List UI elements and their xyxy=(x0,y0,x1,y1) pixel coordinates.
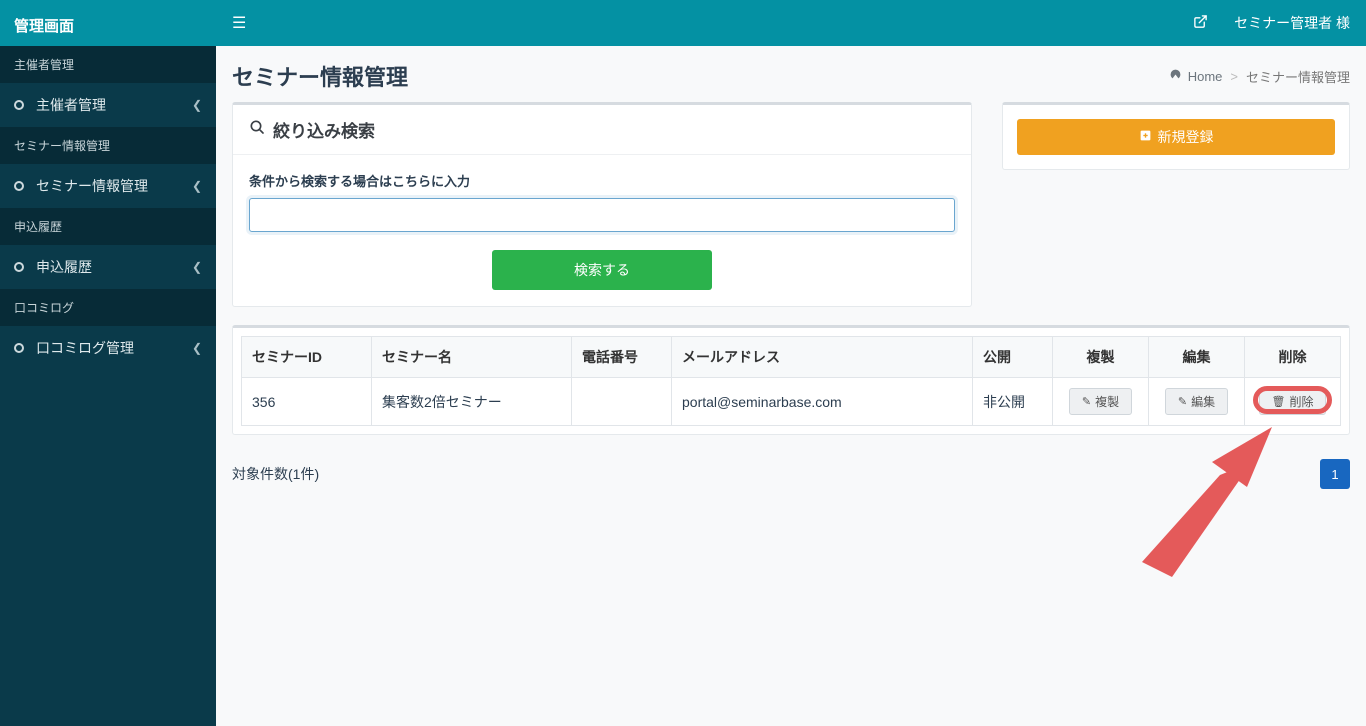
pagination: 1 xyxy=(1320,459,1350,489)
sidebar-item-label: 口コミログ管理 xyxy=(36,338,134,358)
circle-icon xyxy=(14,343,24,353)
pencil-icon: ✎ xyxy=(1178,395,1187,408)
cell-pub: 非公開 xyxy=(973,378,1053,426)
page-1-button[interactable]: 1 xyxy=(1320,459,1350,489)
th-pub: 公開 xyxy=(973,337,1053,378)
results-count: 対象件数(1件) xyxy=(232,464,319,484)
new-register-button[interactable]: 新規登録 xyxy=(1017,119,1335,155)
dashboard-icon xyxy=(1169,68,1182,84)
seminar-table: セミナーID セミナー名 電話番号 メールアドレス 公開 複製 編集 削除 35 xyxy=(241,336,1341,426)
circle-icon xyxy=(14,181,24,191)
breadcrumb-home[interactable]: Home xyxy=(1188,69,1223,84)
cell-id: 356 xyxy=(242,378,372,426)
plus-icon xyxy=(1139,129,1152,145)
breadcrumb-current: セミナー情報管理 xyxy=(1246,67,1350,86)
sidebar-header-apply: 申込履歴 xyxy=(0,208,216,245)
th-name: セミナー名 xyxy=(372,337,572,378)
cell-name: 集客数2倍セミナー xyxy=(372,378,572,426)
sidebar-item-label: 申込履歴 xyxy=(36,257,92,277)
page-title: セミナー情報管理 xyxy=(232,60,408,92)
th-id: セミナーID xyxy=(242,337,372,378)
sidebar-header-organizer: 主催者管理 xyxy=(0,46,216,83)
chevron-left-icon: ❮ xyxy=(192,179,202,193)
copy-button-label: 複製 xyxy=(1095,393,1119,410)
sidebar-header-seminar: セミナー情報管理 xyxy=(0,127,216,164)
external-link-icon[interactable] xyxy=(1193,14,1208,33)
edit-button[interactable]: ✎ 編集 xyxy=(1165,388,1228,415)
pencil-icon: ✎ xyxy=(1082,395,1091,408)
annotation-arrow-icon xyxy=(1102,417,1302,587)
th-del: 削除 xyxy=(1245,337,1341,378)
table-row: 356 集客数2倍セミナー portal@seminarbase.com 非公開… xyxy=(242,378,1341,426)
breadcrumb: Home > セミナー情報管理 xyxy=(1169,67,1350,86)
brand: 管理画面 xyxy=(0,0,216,46)
breadcrumb-sep: > xyxy=(1230,69,1238,84)
th-edit: 編集 xyxy=(1149,337,1245,378)
search-input[interactable] xyxy=(249,198,955,232)
sidebar-item-label: 主催者管理 xyxy=(36,95,106,115)
search-panel-heading: 絞り込み検索 xyxy=(273,117,375,142)
sidebar: 管理画面 主催者管理 主催者管理 ❮ セミナー情報管理 セミナー情報管理 ❮ 申… xyxy=(0,0,216,726)
cell-phone xyxy=(572,378,672,426)
circle-icon xyxy=(14,262,24,272)
th-copy: 複製 xyxy=(1053,337,1149,378)
chevron-left-icon: ❮ xyxy=(192,341,202,355)
delete-button[interactable]: 🗑 削除 xyxy=(1259,388,1327,415)
content-area: セミナー情報管理 Home > セミナー情報管理 xyxy=(216,46,1366,726)
trash-icon: 🗑 xyxy=(1272,395,1286,408)
search-label: 条件から検索する場合はこちらに入力 xyxy=(249,171,955,190)
circle-icon xyxy=(14,100,24,110)
th-phone: 電話番号 xyxy=(572,337,672,378)
search-button[interactable]: 検索する xyxy=(492,250,712,290)
delete-button-label: 削除 xyxy=(1289,393,1313,410)
hamburger-icon[interactable]: ☰ xyxy=(232,13,246,33)
actions-panel: 新規登録 xyxy=(1002,102,1350,170)
topbar: ☰ セミナー管理者 様 xyxy=(216,0,1366,46)
new-register-label: 新規登録 xyxy=(1158,127,1214,147)
sidebar-item-review[interactable]: 口コミログ管理 ❮ xyxy=(0,326,216,370)
search-icon xyxy=(249,119,265,140)
sidebar-item-apply[interactable]: 申込履歴 ❮ xyxy=(0,245,216,289)
copy-button[interactable]: ✎ 複製 xyxy=(1069,388,1132,415)
topbar-user[interactable]: セミナー管理者 様 xyxy=(1234,13,1350,33)
sidebar-item-organizer[interactable]: 主催者管理 ❮ xyxy=(0,83,216,127)
chevron-left-icon: ❮ xyxy=(192,98,202,112)
edit-button-label: 編集 xyxy=(1191,393,1215,410)
search-panel: 絞り込み検索 条件から検索する場合はこちらに入力 検索する xyxy=(232,102,972,307)
table-panel: セミナーID セミナー名 電話番号 メールアドレス 公開 複製 編集 削除 35 xyxy=(232,325,1350,435)
sidebar-header-review: 口コミログ xyxy=(0,289,216,326)
cell-email: portal@seminarbase.com xyxy=(672,378,973,426)
sidebar-item-label: セミナー情報管理 xyxy=(36,176,148,196)
sidebar-item-seminar[interactable]: セミナー情報管理 ❮ xyxy=(0,164,216,208)
delete-highlight: 🗑 削除 xyxy=(1259,392,1327,408)
chevron-left-icon: ❮ xyxy=(192,260,202,274)
th-email: メールアドレス xyxy=(672,337,973,378)
